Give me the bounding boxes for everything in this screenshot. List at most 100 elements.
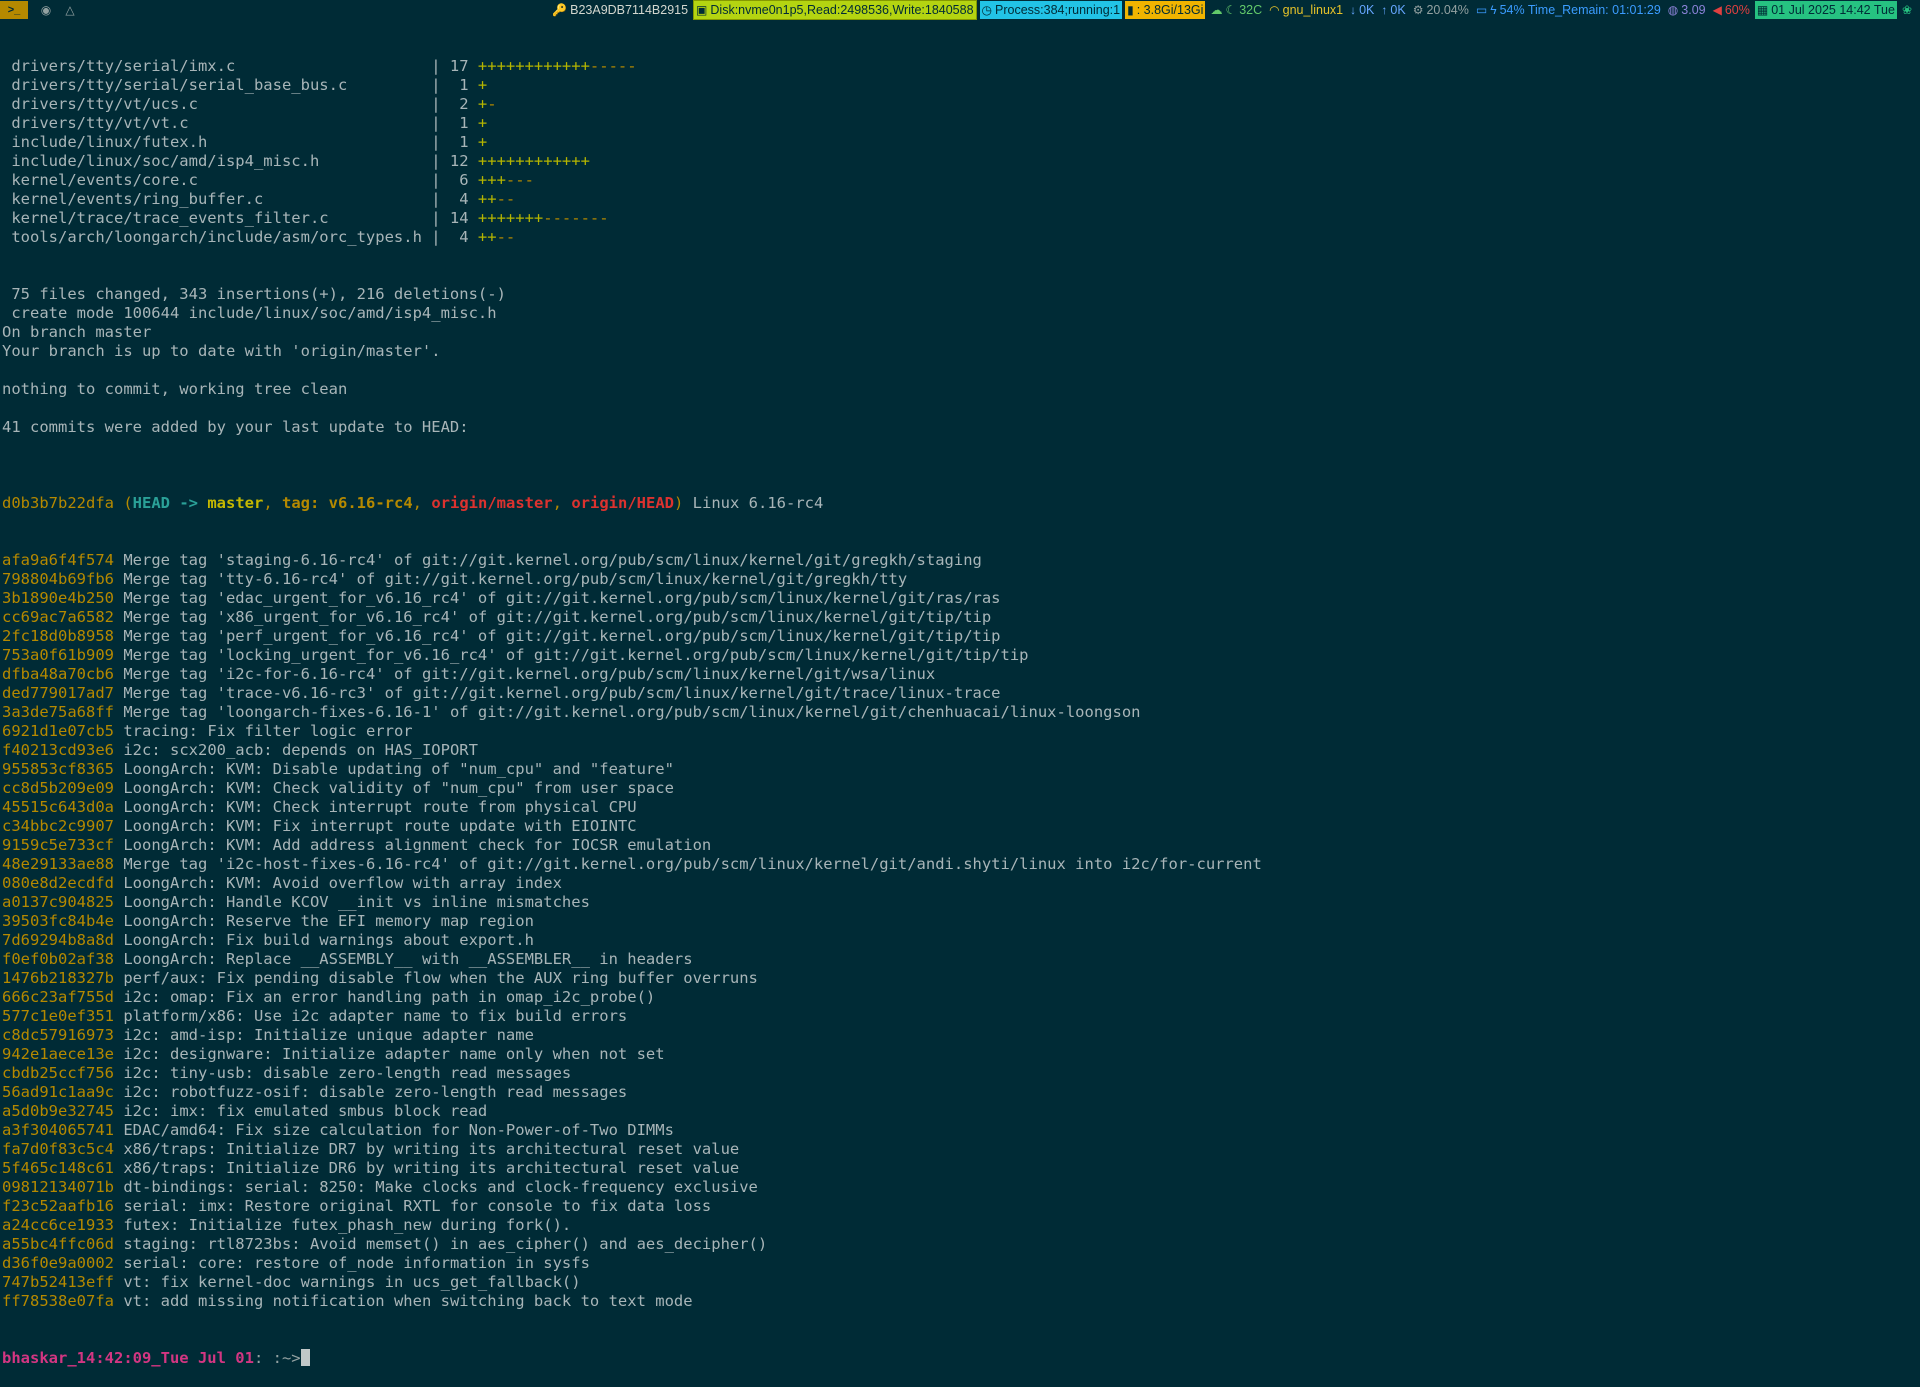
diffstat-row: kernel/events/ring_buffer.c | 4 ++-- — [2, 190, 1918, 209]
summary-block: 75 files changed, 343 insertions(+), 216… — [2, 285, 1918, 456]
diffstat-file: kernel/events/core.c — [11, 171, 198, 189]
shell-prompt[interactable]: bhaskar_14:42:09_Tue Jul 01: :~> — [2, 1349, 1918, 1368]
diffstat-insertions: + — [477, 133, 488, 151]
app-launcher-button[interactable]: ◉ — [36, 3, 56, 17]
diffstat-count: 12 — [449, 152, 469, 170]
diffstat-row: include/linux/futex.h | 1 + — [2, 133, 1918, 152]
commit-row: c34bbc2c9907 LoongArch: KVM: Fix interru… — [2, 817, 1918, 836]
disk-widget: ▣ Disk:nvme0n1p5,Read:2498536,Write:1840… — [693, 0, 977, 20]
commit-row: 3b1890e4b250 Merge tag 'edac_urgent_for_… — [2, 589, 1918, 608]
commit-hash: 09812134071b — [2, 1178, 114, 1196]
commit-row: 45515c643d0a LoongArch: KVM: Check inter… — [2, 798, 1918, 817]
commit-row: 6921d1e07cb5 tracing: Fix filter logic e… — [2, 722, 1918, 741]
diffstat-file: drivers/tty/serial/serial_base_bus.c — [11, 76, 348, 94]
head-commit-line: d0b3b7b22dfa (HEAD -> master, tag: v6.16… — [2, 494, 824, 512]
prompt-user-time: bhaskar_14:42:09_Tue Jul 01 — [2, 1349, 254, 1367]
commit-row: 3a3de75a68ff Merge tag 'loongarch-fixes-… — [2, 703, 1918, 722]
speaker-muted-icon: ◀ — [1712, 3, 1722, 17]
terminal-launcher-button[interactable]: >_ — [0, 1, 28, 19]
commit-hash: a3f304065741 — [2, 1121, 114, 1139]
commit-message: x86/traps: Initialize DR7 by writing its… — [123, 1140, 740, 1158]
memory-label: : 3.8Gi/13Gi — [1136, 3, 1204, 17]
commit-message: Merge tag 'edac_urgent_for_v6.16_rc4' of… — [123, 589, 1001, 607]
commit-hash: a24cc6ce1933 — [2, 1216, 114, 1234]
penguin-launcher-button[interactable]: △ — [60, 3, 80, 17]
commit-message: i2c: tiny-usb: disable zero-length read … — [123, 1064, 572, 1082]
commit-hash: cc69ac7a6582 — [2, 608, 114, 626]
commit-row: 753a0f61b909 Merge tag 'locking_urgent_f… — [2, 646, 1918, 665]
battery-label: 54% Time_Remain: 01:01:29 — [1499, 3, 1661, 17]
commit-list: afa9a6f4f574 Merge tag 'staging-6.16-rc4… — [2, 551, 1918, 1311]
diffstat-insertions: ++++++++++++ — [477, 152, 590, 170]
commit-message: x86/traps: Initialize DR6 by writing its… — [123, 1159, 740, 1177]
network-widget: ◠ gnu_linux1 — [1267, 1, 1345, 19]
tray-icon: ❀ — [1901, 3, 1912, 17]
commit-row: a24cc6ce1933 futex: Initialize futex_pha… — [2, 1216, 1918, 1235]
volume-label: 60% — [1724, 3, 1750, 17]
memory-widget: ▮ : 3.8Gi/13Gi — [1125, 1, 1206, 19]
diffstat-count: 2 — [459, 95, 469, 113]
upload-label: 0K — [1390, 3, 1406, 17]
commit-hash: 6921d1e07cb5 — [2, 722, 114, 740]
diffstat-insertions: + — [477, 76, 488, 94]
commit-message: LoongArch: Reserve the EFI memory map re… — [123, 912, 534, 930]
moon-icon: ☾ — [1225, 3, 1237, 17]
commit-hash: c34bbc2c9907 — [2, 817, 114, 835]
commit-message: perf/aux: Fix pending disable flow when … — [123, 969, 758, 987]
commit-message: tracing: Fix filter logic error — [123, 722, 413, 740]
commit-message: Merge tag 'locking_urgent_for_v6.16_rc4'… — [123, 646, 1029, 664]
process-label: Process:384;running:1 — [995, 3, 1121, 17]
diffstat-row: kernel/events/core.c | 6 +++--- — [2, 171, 1918, 190]
diffstat-row: include/linux/soc/amd/isp4_misc.h | 12 ++… — [2, 152, 1918, 171]
diffstat-block: drivers/tty/serial/imx.c | 17 +++++++++++… — [2, 57, 1918, 247]
diffstat-row: drivers/tty/serial/imx.c | 17 +++++++++++… — [2, 57, 1918, 76]
calendar-icon: ▦ — [1756, 3, 1769, 17]
temperature-widget: ☁ ☾ 32C — [1208, 1, 1264, 19]
datetime-widget[interactable]: ▦ 01 Jul 2025 14:42 Tue — [1754, 1, 1897, 19]
remote-ref-head: origin/HEAD — [571, 494, 674, 512]
status-bar: >_ ◉ △ 🔑 B23A9DB7114B2915 ▣ Disk:nvme0n1… — [0, 0, 1920, 20]
upload-widget: ↑ 0K — [1379, 1, 1407, 19]
diffstat-insertions: +++++++ — [477, 209, 544, 227]
commit-row: 955853cf8365 LoongArch: KVM: Disable upd… — [2, 760, 1918, 779]
terminal-output[interactable]: drivers/tty/serial/imx.c | 17 +++++++++++… — [2, 19, 1918, 1387]
wifi-icon: ◠ — [1269, 3, 1280, 17]
output-line: Your branch is up to date with 'origin/m… — [2, 342, 441, 360]
diffstat-deletions: -- — [496, 190, 516, 208]
commit-row: a0137c904825 LoongArch: Handle KCOV __in… — [2, 893, 1918, 912]
commit-message: Merge tag 'perf_urgent_for_v6.16_rc4' of… — [123, 627, 1001, 645]
volume-widget[interactable]: ◀ 60% — [1711, 1, 1752, 19]
commit-hash: 747b52413eff — [2, 1273, 114, 1291]
commit-message: i2c: robotfuzz-osif: disable zero-length… — [123, 1083, 628, 1101]
process-widget: ◷ Process:384;running:1 — [979, 1, 1123, 19]
commit-hash: ded779017ad7 — [2, 684, 114, 702]
commit-row: f40213cd93e6 i2c: scx200_acb: depends on… — [2, 741, 1918, 760]
commit-message: Merge tag 'i2c-for-6.16-rc4' of git://gi… — [123, 665, 936, 683]
commit-message: Linux 6.16-rc4 — [692, 494, 824, 512]
diffstat-insertions: + — [477, 95, 488, 113]
commit-message: dt-bindings: serial: 8250: Make clocks a… — [123, 1178, 758, 1196]
battery-icon: ▭ — [1475, 3, 1488, 17]
diffstat-insertions: ++ — [477, 190, 497, 208]
commit-hash: 3a3de75a68ff — [2, 703, 114, 721]
commit-row: ff78538e07fa vt: add missing notificatio… — [2, 1292, 1918, 1311]
diffstat-insertions: + — [477, 114, 488, 132]
commit-row: f0ef0b02af38 LoongArch: Replace __ASSEMB… — [2, 950, 1918, 969]
download-arrow-icon: ↓ — [1350, 3, 1357, 17]
commit-hash: d36f0e9a0002 — [2, 1254, 114, 1272]
commit-row: 9159c5e733cf LoongArch: KVM: Add address… — [2, 836, 1918, 855]
prompt-path: : :~> — [253, 1349, 301, 1367]
commit-message: Merge tag 'trace-v6.16-rc3' of git://git… — [123, 684, 1001, 702]
temperature-label: 32C — [1239, 3, 1263, 17]
commit-message: LoongArch: Replace __ASSEMBLY__ with __A… — [123, 950, 693, 968]
diffstat-row: drivers/tty/serial/serial_base_bus.c | 1 … — [2, 76, 1918, 95]
commit-row: 080e8d2ecdfd LoongArch: KVM: Avoid overf… — [2, 874, 1918, 893]
remote-ref-master: origin/master — [431, 494, 553, 512]
commit-row: dfba48a70cb6 Merge tag 'i2c-for-6.16-rc4… — [2, 665, 1918, 684]
commit-row: 666c23af755d i2c: omap: Fix an error han… — [2, 988, 1918, 1007]
download-widget: ↓ 0K — [1348, 1, 1376, 19]
diffstat-count: 1 — [459, 133, 469, 151]
commit-hash: d0b3b7b22dfa — [2, 494, 114, 512]
commit-message: serial: core: restore of_node informatio… — [123, 1254, 590, 1272]
commit-hash: dfba48a70cb6 — [2, 665, 114, 683]
